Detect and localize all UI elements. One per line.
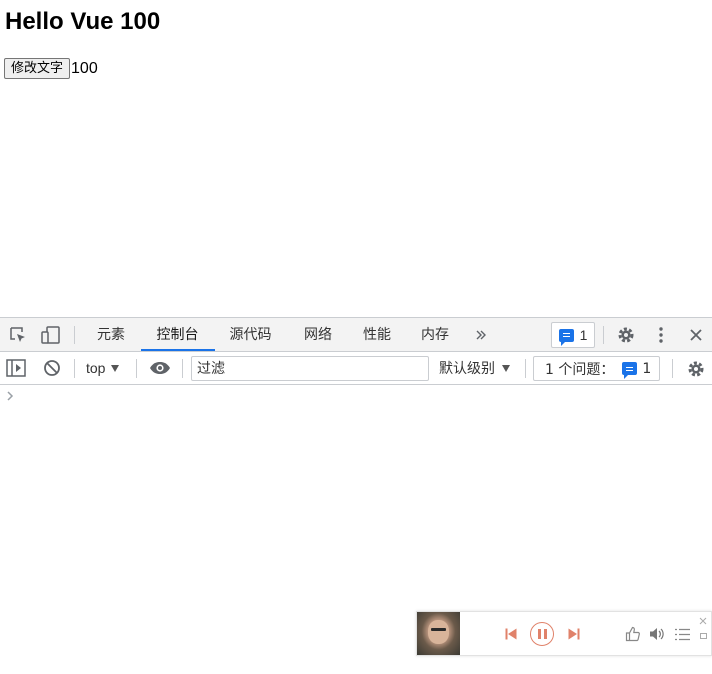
issues-label: 1 个问题： [545,361,615,378]
change-text-button[interactable]: 修改文字 [4,58,71,79]
tabbar-divider [74,326,75,344]
music-mini-player [416,611,712,656]
context-label: top [86,360,106,376]
context-selector[interactable]: top [86,352,120,384]
toolbar-divider-4 [525,359,526,378]
devtools-tabbar: 元素 控制台 源代码 网络 性能 内存 1 [0,317,712,352]
tabbar-divider-2 [603,326,604,344]
playlist-icon[interactable] [673,625,691,643]
filter-input[interactable] [191,356,429,381]
previous-icon[interactable] [504,626,518,642]
tab-memory[interactable]: 内存 [420,318,450,352]
page-title: Hello Vue 100 [5,8,161,35]
issues-button[interactable]: 1 个问题： 1 [533,356,660,381]
log-level-label: 默认级别 [439,361,495,377]
more-options-icon[interactable] [653,325,669,345]
eye-icon[interactable] [148,359,172,377]
tab-elements[interactable]: 元素 [96,318,126,352]
count-value: 100 [71,60,98,77]
button-row: 修改文字 100 [4,58,98,79]
volume-icon[interactable] [648,625,666,643]
browser-viewport: Hello Vue 100 修改文字 100 元素 控制台 源代码 网络 性能 … [0,0,712,674]
tab-network[interactable]: 网络 [303,318,333,352]
tab-sources[interactable]: 源代码 [228,318,273,352]
inspect-element-icon[interactable] [7,325,29,345]
tab-console[interactable]: 控制台 [155,318,200,352]
toggle-sidebar-icon[interactable] [5,358,27,378]
message-icon [558,328,574,346]
dropdown-arrow-icon [502,364,510,372]
toolbar-divider [74,359,75,378]
toolbar-divider-2 [136,359,137,378]
close-player-icon[interactable] [698,616,708,626]
console-settings-gear-icon[interactable] [685,358,707,380]
next-icon[interactable] [567,626,581,642]
issues-count: 1 [642,360,652,377]
console-prompt-icon [6,389,14,405]
toolbar-divider-3 [182,359,183,378]
thumbs-up-icon[interactable] [624,625,642,643]
messages-count: 1 [579,327,588,343]
active-tab-indicator [141,349,215,351]
settings-gear-icon[interactable] [615,324,637,346]
album-cover[interactable] [417,612,460,655]
clear-console-icon[interactable] [42,358,62,378]
close-icon[interactable] [687,326,705,344]
mini-mode-icon[interactable] [698,631,708,641]
chevron-double-right-icon[interactable] [474,327,488,343]
console-toolbar: top 默认级别 1 个问题： 1 [0,352,712,385]
toolbar-divider-5 [672,359,673,378]
device-toolbar-icon[interactable] [38,325,62,345]
log-level-selector[interactable]: 默认级别 [439,352,510,384]
tab-performance[interactable]: 性能 [362,318,392,352]
pause-icon[interactable] [530,622,554,646]
dropdown-arrow-icon [111,364,120,372]
issue-icon [622,362,638,379]
messages-badge[interactable]: 1 [551,322,595,348]
